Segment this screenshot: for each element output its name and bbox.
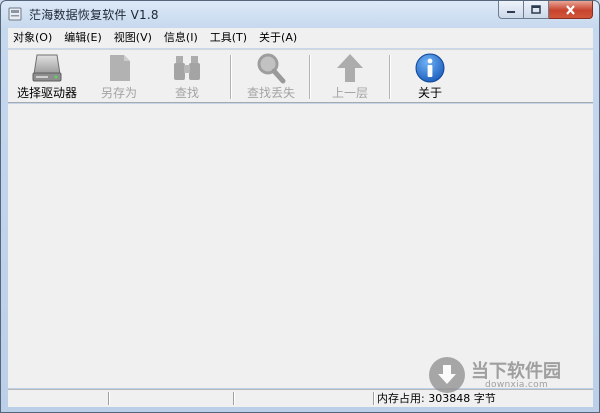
find-lost-button[interactable]: 查找丢失 (242, 52, 300, 102)
find-button[interactable]: 查找 (162, 52, 212, 102)
menu-about[interactable]: 关于(A) (253, 28, 303, 48)
find-lost-label: 查找丢失 (246, 86, 295, 100)
info-icon (415, 53, 445, 83)
watermark-logo (429, 357, 465, 393)
save-as-button[interactable]: 另存为 (91, 52, 147, 102)
status-pane-2 (108, 392, 234, 405)
select-drive-button[interactable]: 选择驱动器 (11, 52, 83, 102)
about-button[interactable]: 关于 (405, 52, 455, 102)
find-label: 查找 (174, 86, 199, 100)
menu-view[interactable]: 视图(V) (108, 28, 158, 48)
minimize-button[interactable] (498, 1, 524, 19)
watermark: 当下软件园 downxia.com (429, 357, 589, 397)
save-as-label: 另存为 (100, 86, 137, 100)
window-title: 茫海数据恢复软件 V1.8 (29, 8, 159, 22)
document-icon (110, 55, 130, 81)
status-pane-3 (233, 392, 374, 405)
maximize-button[interactable] (524, 1, 549, 19)
app-window: 茫海数据恢复软件 V1.8 对象(O) 编辑(E) 视图(V) 信息(I) 工具… (0, 0, 600, 413)
about-label: 关于 (417, 86, 442, 100)
status-pane-1 (8, 392, 109, 405)
toolbar-separator (230, 55, 231, 99)
magnifier-icon (257, 53, 286, 84)
binoculars-icon (174, 56, 200, 80)
up-arrow-icon (337, 54, 363, 82)
menu-info[interactable]: 信息(I) (158, 28, 204, 48)
maximize-icon (531, 5, 541, 14)
toolbar: 选择驱动器 另存为 查找 查找丢失 上一层 关于 (8, 49, 593, 103)
app-icon (8, 7, 22, 21)
close-icon (566, 4, 575, 15)
minimize-icon (507, 10, 515, 13)
menu-edit[interactable]: 编辑(E) (58, 28, 108, 48)
menu-object[interactable]: 对象(O) (8, 28, 58, 48)
hard-drive-icon (32, 54, 62, 82)
up-level-label: 上一层 (331, 86, 368, 100)
download-arrow-icon (438, 365, 456, 384)
menu-tools[interactable]: 工具(T) (204, 28, 253, 48)
caption-buttons (498, 1, 593, 20)
menu-bar: 对象(O) 编辑(E) 视图(V) 信息(I) 工具(T) 关于(A) (8, 28, 593, 48)
select-drive-label: 选择驱动器 (16, 86, 77, 100)
close-button[interactable] (549, 1, 593, 19)
toolbar-separator (389, 55, 390, 99)
watermark-url: downxia.com (485, 380, 549, 390)
toolbar-separator (309, 55, 310, 99)
main-content-area (8, 104, 593, 388)
title-bar[interactable]: 茫海数据恢复软件 V1.8 (1, 1, 599, 27)
up-level-button[interactable]: 上一层 (322, 52, 378, 102)
